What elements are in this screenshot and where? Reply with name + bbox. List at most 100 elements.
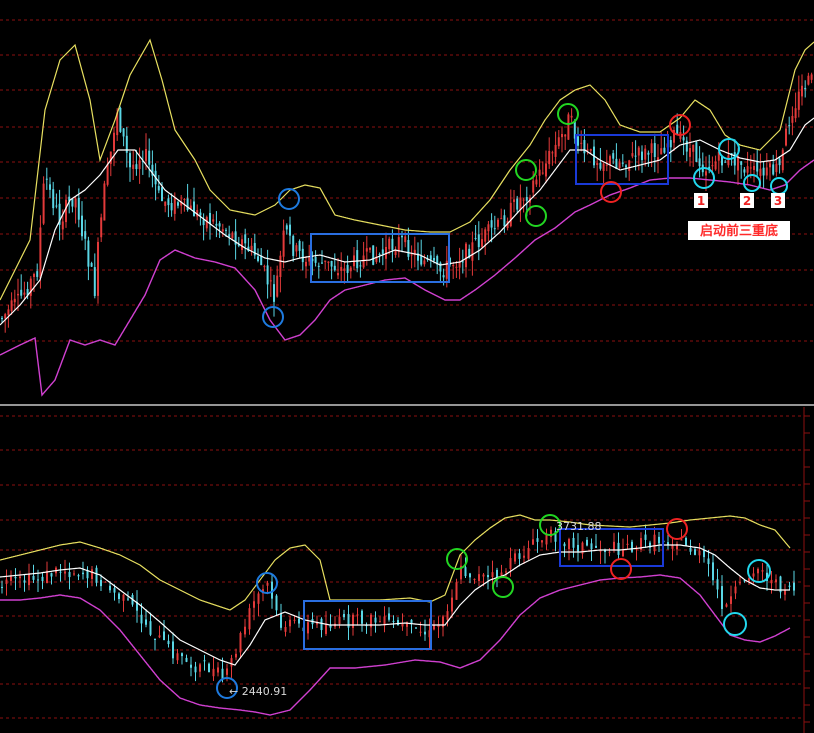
candle-body (36, 271, 39, 277)
candle-body (266, 265, 269, 285)
candle-body (487, 575, 489, 578)
candle-body (289, 619, 291, 627)
candle-body (415, 627, 417, 629)
candle-body (757, 568, 759, 574)
candle-body (778, 158, 781, 166)
candle-body (644, 148, 647, 160)
candle-body (1, 586, 3, 588)
candle-body (20, 289, 23, 296)
candle-body (612, 153, 615, 159)
candle-body (352, 614, 354, 628)
candle-body (280, 613, 282, 628)
candle-body (602, 163, 605, 172)
candle-body (42, 183, 45, 224)
candle-body (522, 199, 525, 201)
candle-body (64, 571, 66, 574)
candle-body (275, 595, 278, 611)
candle-body (609, 156, 611, 165)
candle-body (446, 611, 449, 620)
candle-body (106, 164, 109, 185)
candle-body (292, 235, 295, 256)
candle-body (401, 235, 403, 238)
candle-body (244, 626, 246, 635)
candle-body (680, 539, 683, 541)
candle-body (532, 539, 534, 545)
candle-body (263, 266, 266, 268)
candle-body (4, 314, 7, 319)
candle-body (343, 268, 346, 271)
candle-body (484, 229, 487, 242)
candle-body (228, 234, 231, 237)
candle-body (250, 245, 253, 251)
candle-body (104, 581, 107, 583)
candle-body (712, 562, 714, 581)
candle-body (330, 260, 333, 267)
candle-body (631, 541, 633, 552)
candle-body (392, 620, 395, 622)
candle-body (554, 144, 557, 157)
candle-body (804, 87, 807, 90)
candle-body (199, 212, 202, 216)
candle-body (781, 149, 784, 171)
candle-body (653, 534, 656, 552)
candle-body (295, 245, 298, 252)
candle-body (59, 571, 62, 573)
candle-body (119, 107, 122, 132)
candle-body (695, 142, 698, 162)
candle-body (397, 620, 399, 626)
candle-body (548, 150, 551, 165)
candle-body (190, 664, 192, 668)
candle-body (568, 539, 570, 550)
candle-body (733, 152, 736, 166)
candle-body (705, 171, 707, 176)
candle-body (557, 137, 560, 147)
candle-body (235, 653, 237, 658)
candle-body (100, 217, 103, 238)
candle-body (122, 128, 125, 137)
candle-body (756, 162, 759, 172)
candle-body (73, 573, 75, 575)
candle-body (359, 265, 362, 267)
candle-body (473, 578, 476, 581)
candle-body (563, 543, 566, 547)
triple-bottom-label: 启动前三重底 (700, 223, 778, 239)
candle-body (7, 309, 10, 316)
candle-body (381, 249, 384, 254)
candle-body (365, 248, 368, 252)
candle-body (660, 148, 663, 155)
candle-body (100, 579, 102, 587)
candle-body (317, 265, 320, 267)
candle-body (442, 275, 445, 278)
candle-body (140, 614, 143, 624)
candle-body (226, 668, 228, 675)
candle-body (698, 550, 701, 556)
candle-body (225, 229, 227, 231)
candle-body (653, 143, 656, 158)
candle-body (490, 220, 493, 228)
candle-body (221, 668, 224, 679)
candle-body (61, 221, 64, 230)
candle-body (13, 298, 16, 303)
candle-body (455, 266, 458, 268)
low-price-label: ← 2440.91 (229, 685, 287, 698)
candle-body (212, 219, 215, 222)
candle-body (481, 239, 483, 247)
candle-body (87, 240, 90, 267)
candle-body (586, 539, 588, 546)
candle-body (19, 576, 21, 579)
candle-body (203, 660, 206, 662)
candle-body (185, 657, 188, 662)
candle-body (145, 149, 147, 161)
candle-body (564, 134, 567, 137)
candle-body (797, 91, 800, 110)
candle-body (765, 167, 768, 176)
candle-body (215, 223, 218, 226)
candle-body (193, 201, 195, 217)
candle-body (14, 577, 17, 579)
candle-body (497, 219, 499, 227)
candle-body (314, 256, 317, 263)
candle-body (77, 575, 80, 577)
candle-body (663, 147, 666, 153)
candle-body (208, 663, 210, 673)
candle-body (580, 142, 583, 144)
